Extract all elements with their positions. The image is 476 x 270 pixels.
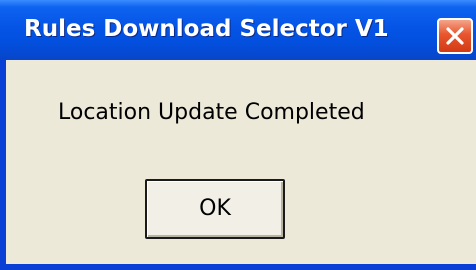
ok-button[interactable]: OK [145,179,285,239]
close-button[interactable] [437,18,473,54]
title-bar[interactable]: Rules Download Selector V1 [0,0,476,60]
dialog-window: Rules Download Selector V1 Location Upda… [0,0,476,270]
dialog-message: Location Update Completed [58,100,365,125]
close-x-icon [446,27,464,45]
window-title: Rules Download Selector V1 [24,16,389,42]
